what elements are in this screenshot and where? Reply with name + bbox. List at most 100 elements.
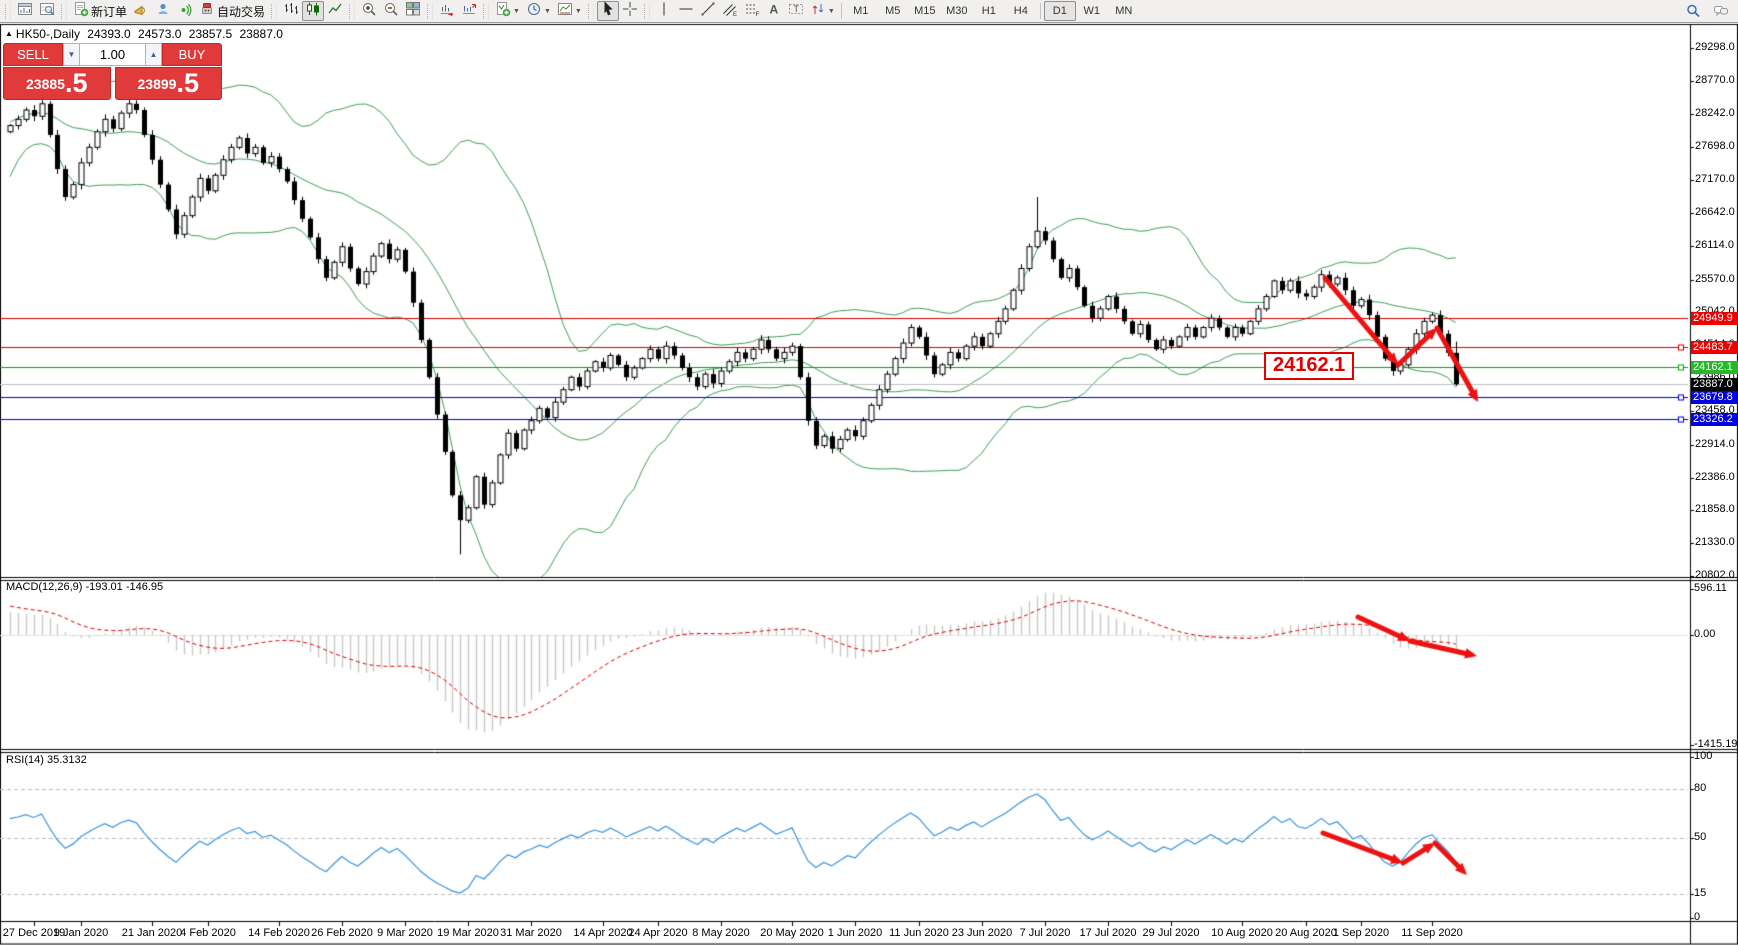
- line-mode-icon[interactable]: [324, 1, 346, 21]
- price-tick-label: 26114.0: [1695, 239, 1734, 251]
- price-level-label[interactable]: 23326.2: [1691, 413, 1738, 426]
- date-tick-label: 23 Jun 2020: [952, 927, 1013, 939]
- price-level-label[interactable]: 23887.0: [1691, 378, 1738, 391]
- chart-shift-icon[interactable]: [458, 1, 480, 21]
- symbol-period-label: HK50-,Daily: [16, 27, 80, 41]
- charts-window-icon: [17, 1, 33, 22]
- date-tick-label: 20 May 2020: [760, 927, 824, 939]
- toolbar-groups: 新订单 自动交易 ▼ ▼ ▼ EFAT ▼: [2, 1, 838, 21]
- price-level-label[interactable]: 23679.8: [1691, 391, 1738, 404]
- cursor-icon: [600, 1, 616, 22]
- price-tick-label: 22914.0: [1695, 438, 1735, 450]
- cursor-tool[interactable]: [597, 1, 619, 21]
- sell-price-button[interactable]: 23885.5: [3, 67, 111, 100]
- hline-icon: [678, 1, 694, 22]
- date-tick-label: 21 Jan 2020: [122, 927, 183, 939]
- fibo-icon: F: [744, 1, 760, 22]
- price-tick-label: 27698.0: [1695, 140, 1735, 152]
- bars-mode-icon[interactable]: [280, 1, 302, 21]
- chevron-down-icon[interactable]: ▼: [828, 8, 835, 15]
- chart-canvas[interactable]: [0, 0, 1738, 945]
- date-tick-label: 1 Sep 2020: [1333, 927, 1389, 939]
- horizontal-line-tool[interactable]: [675, 1, 697, 21]
- zoom-out-icon[interactable]: [380, 1, 402, 21]
- price-level-label[interactable]: 24483.7: [1691, 341, 1738, 354]
- candles-mode-icon[interactable]: [302, 1, 324, 21]
- template-icon: [557, 1, 573, 22]
- chevron-down-icon[interactable]: ▼: [513, 8, 520, 15]
- rsi-value: 35.3132: [47, 754, 87, 766]
- macd-values: -193.01 -146.95: [85, 581, 163, 593]
- volume-decrease-button[interactable]: ▼: [63, 43, 80, 66]
- chevron-down-icon[interactable]: ▼: [544, 8, 551, 15]
- new-chart-button[interactable]: ▼: [492, 1, 523, 21]
- periods-button[interactable]: ▼: [523, 1, 554, 21]
- trendline-tool[interactable]: [697, 1, 719, 21]
- channel-icon: E: [722, 1, 738, 22]
- timeframe-d1-button[interactable]: D1: [1044, 1, 1076, 21]
- autotrading-button[interactable]: 自动交易: [196, 1, 268, 21]
- templates-button[interactable]: ▼: [554, 1, 585, 21]
- fibonacci-tool[interactable]: F: [741, 1, 763, 21]
- date-tick-label: 29 Jul 2020: [1143, 927, 1200, 939]
- rsi-label: RSI(14) 35.3132: [6, 754, 87, 766]
- community-icon[interactable]: [152, 1, 174, 21]
- sell-button[interactable]: SELL: [3, 43, 63, 66]
- vertical-line-tool[interactable]: [653, 1, 675, 21]
- date-tick-label: 9 Mar 2020: [377, 927, 433, 939]
- crosshair-tool[interactable]: [619, 1, 641, 21]
- date-tick-label: 4 Feb 2020: [180, 927, 236, 939]
- timeframe-m30-button[interactable]: M30: [941, 1, 973, 21]
- buy-price-button[interactable]: 23899.5: [115, 67, 223, 100]
- date-tick-label: 7 Jul 2020: [1020, 927, 1071, 939]
- news-signal-icon[interactable]: [174, 1, 196, 21]
- text-tool[interactable]: A: [763, 1, 785, 21]
- charts-window-icon[interactable]: [14, 1, 36, 21]
- timeframe-h1-button[interactable]: H1: [973, 1, 1005, 21]
- tile-windows-icon[interactable]: [402, 1, 424, 21]
- new-order-button[interactable]: 新订单: [70, 1, 130, 21]
- auto-scroll-icon[interactable]: [436, 1, 458, 21]
- text-icon: A: [766, 1, 782, 22]
- toolbar-drag-handle: [588, 4, 594, 19]
- equidistant-channel-tool[interactable]: E: [719, 1, 741, 21]
- arrows-tool[interactable]: ▼: [807, 1, 838, 21]
- zoom-in-icon[interactable]: [358, 1, 380, 21]
- chat-icon[interactable]: [1710, 1, 1732, 21]
- price-tick-label: 21330.0: [1695, 536, 1735, 548]
- toolbar-separator: [841, 3, 842, 19]
- data-window-icon[interactable]: [36, 1, 58, 21]
- one-click-trading-panel: SELL ▼ 1.00 ▲ BUY 23885.5 23899.5: [3, 43, 222, 100]
- volume-input[interactable]: 1.00: [80, 43, 145, 66]
- price-tick-label: 28242.0: [1695, 107, 1735, 119]
- date-tick-label: 20 Aug 2020: [1275, 927, 1337, 939]
- label-tool[interactable]: T: [785, 1, 807, 21]
- price-level-label[interactable]: 24949.9: [1691, 312, 1738, 325]
- timeframe-w1-button[interactable]: W1: [1076, 1, 1108, 21]
- rsi-tick-label: 100: [1694, 750, 1712, 762]
- chevron-up-icon: ▲: [150, 50, 158, 59]
- price-tick-label: 29298.0: [1695, 41, 1735, 53]
- alerts-icon[interactable]: [130, 1, 152, 21]
- timeframe-m5-button[interactable]: M5: [877, 1, 909, 21]
- crosshair-icon: [622, 1, 638, 22]
- search-icon[interactable]: [1682, 1, 1704, 21]
- timeframe-mn-button[interactable]: MN: [1108, 1, 1140, 21]
- macd-tick-label: 0.00: [1694, 628, 1715, 640]
- price-level-label[interactable]: 24162.1: [1691, 361, 1738, 374]
- price-annotation-box[interactable]: 24162.1: [1264, 352, 1354, 380]
- candles-mode-icon: [305, 1, 321, 22]
- volume-increase-button[interactable]: ▲: [145, 43, 162, 66]
- toolbar-drag-handle: [349, 4, 355, 19]
- macd-tick-label: -1415.19: [1694, 738, 1737, 750]
- timeframe-m15-button[interactable]: M15: [909, 1, 941, 21]
- collapse-panel-icon[interactable]: ▲: [5, 29, 13, 38]
- timeframe-h4-button[interactable]: H4: [1005, 1, 1037, 21]
- timeframe-m1-button[interactable]: M1: [845, 1, 877, 21]
- price-tick-label: 26642.0: [1695, 206, 1735, 218]
- arrows-icon: [810, 1, 826, 22]
- chevron-down-icon[interactable]: ▼: [575, 8, 582, 15]
- rsi-tick-label: 0: [1694, 911, 1700, 923]
- buy-button[interactable]: BUY: [162, 43, 222, 66]
- chart-shift-icon: [461, 1, 477, 22]
